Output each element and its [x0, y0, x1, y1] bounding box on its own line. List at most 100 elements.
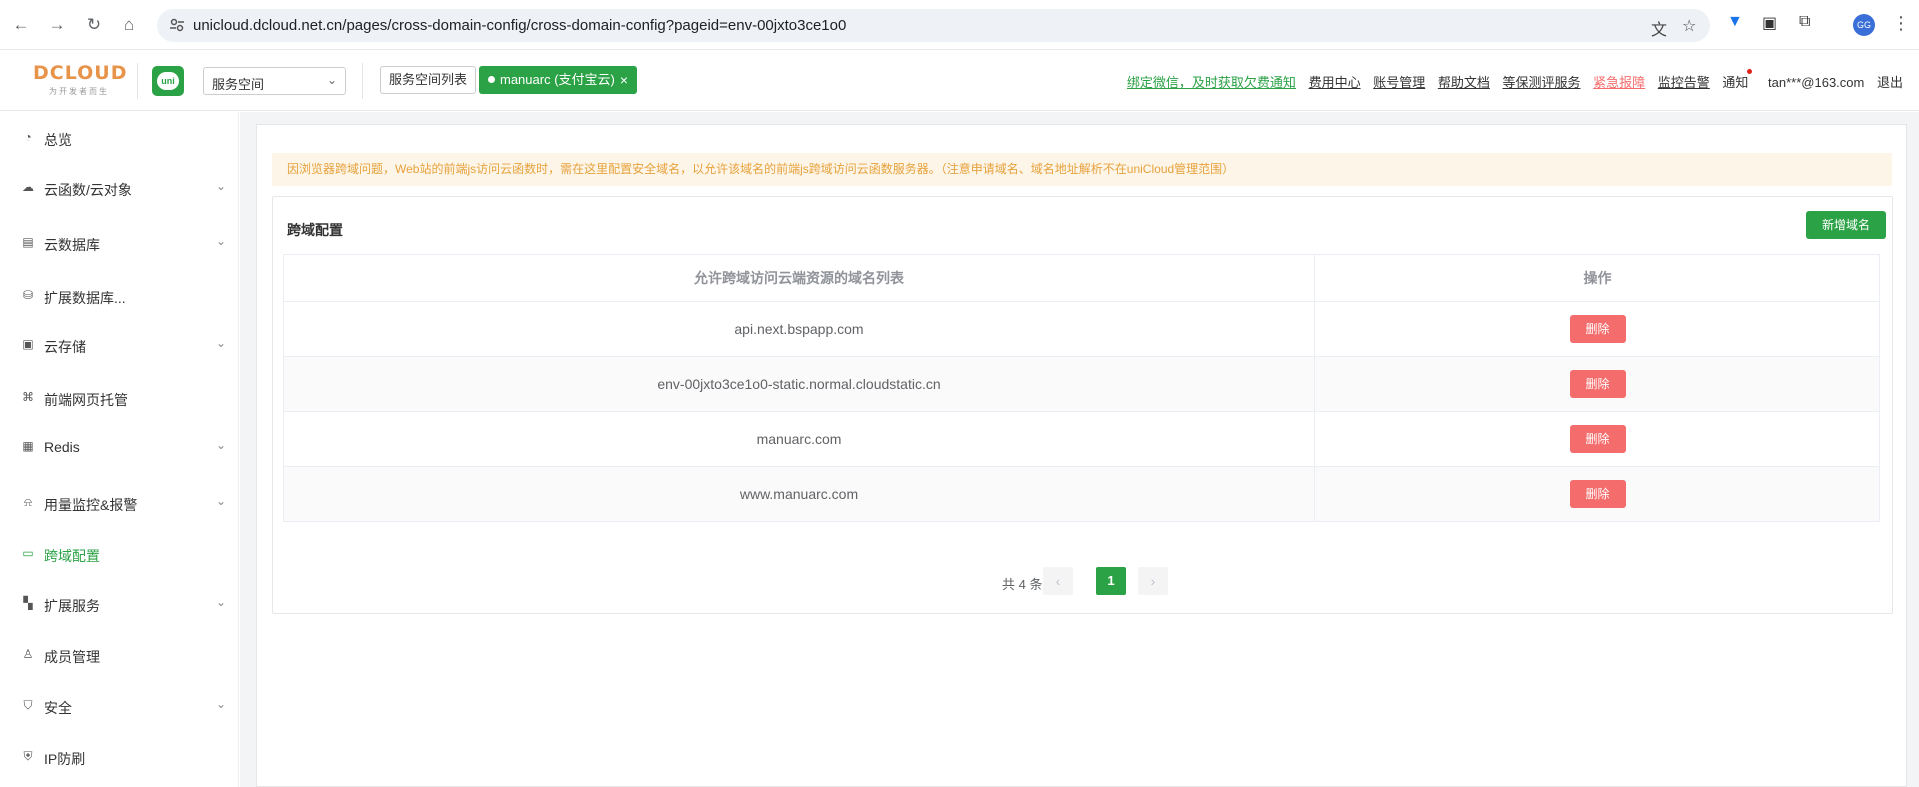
dcloud-logo[interactable]: DCLOUD 为开发者而生	[33, 62, 127, 96]
top-links: 绑定微信，及时获取欠费通知 费用中心 账号管理 帮助文档 等保测评服务 紧急报障…	[1118, 72, 1903, 91]
link-emergency-report[interactable]: 紧急报障	[1593, 75, 1645, 90]
back-icon[interactable]: ←	[9, 13, 33, 37]
sidebar-item-cross-domain[interactable]: ▭ 跨域配置	[0, 537, 239, 573]
column-header-action: 操作	[1583, 270, 1612, 286]
domain-cell: www.manuarc.com	[284, 467, 1315, 521]
chevron-down-icon: ⌄	[216, 336, 227, 350]
sidebar-item-ip-protection[interactable]: ⛨ IP防刷	[0, 740, 239, 776]
hosting-icon: ⌘	[22, 390, 34, 404]
link-logout[interactable]: 退出	[1877, 75, 1903, 90]
prev-page-button[interactable]: ‹	[1043, 567, 1073, 595]
link-notify[interactable]: 通知	[1722, 75, 1748, 90]
link-assessment[interactable]: 等保测评服务	[1502, 75, 1580, 90]
reload-icon[interactable]: ↻	[82, 13, 106, 37]
next-page-button[interactable]: ›	[1138, 567, 1168, 595]
close-icon[interactable]: ×	[620, 66, 628, 94]
table-row: www.manuarc.com 删除	[284, 467, 1879, 522]
unicloud-badge: uni	[152, 66, 184, 96]
domain-table: 允许跨域访问云端资源的域名列表 操作 api.next.bspapp.com 删…	[283, 254, 1880, 522]
storage-icon: ▣	[22, 337, 34, 351]
profile-avatar[interactable]: GG	[1853, 14, 1875, 36]
add-domain-button[interactable]: 新增域名	[1806, 211, 1886, 239]
sidebar-item-security[interactable]: ⛉ 安全 ⌄	[0, 689, 239, 725]
extension-chart-icon[interactable]: ▣	[1762, 13, 1777, 33]
content-card: 因浏览器跨域问题，Web站的前端js访问云函数时，需在这里配置安全域名，以允许该…	[256, 124, 1907, 787]
sidebar: ◔ 总览 ☁ 云函数/云对象 ⌄ ▤ 云数据库 ⌄ ⛁ 扩展数据库... ▣ 云存储 ⌄ ⌘ 前端…	[0, 112, 239, 787]
redis-icon: ▦	[22, 439, 34, 453]
sidebar-item-label: IP防刷	[44, 751, 86, 767]
url-text[interactable]: unicloud.dcloud.net.cn/pages/cross-domai…	[193, 17, 846, 34]
sidebar-item-redis[interactable]: ▦ Redis ⌄	[0, 430, 239, 466]
action-cell: 删除	[1315, 302, 1880, 356]
sidebar-item-web-hosting[interactable]: ⌘ 前端网页托管	[0, 381, 239, 417]
action-cell: 删除	[1315, 412, 1880, 466]
active-space-label: manuarc (支付宝云)	[500, 72, 615, 87]
translate-icon[interactable]: 文	[1651, 16, 1667, 40]
delete-button[interactable]: 删除	[1569, 480, 1626, 508]
chevron-down-icon: ⌄	[326, 73, 337, 87]
sidebar-item-cloud-functions[interactable]: ☁ 云函数/云对象 ⌄	[0, 171, 239, 207]
domain-text: env-00jxto3ce1o0-static.normal.cloudstat…	[657, 376, 941, 392]
forward-icon[interactable]: →	[45, 13, 69, 37]
pagination: 共 4 条 ‹ 1 ›	[273, 567, 1894, 597]
address-bar[interactable]: unicloud.dcloud.net.cn/pages/cross-domai…	[157, 9, 1710, 42]
bookmark-star-icon[interactable]: ☆	[1682, 16, 1696, 36]
sidebar-item-label: 安全	[44, 700, 72, 716]
cloud-icon: ☁	[22, 180, 34, 194]
delete-button[interactable]: 删除	[1569, 425, 1626, 453]
sidebar-item-members[interactable]: ♙ 成员管理	[0, 638, 239, 674]
extensions-puzzle-icon[interactable]: ⧉	[1799, 13, 1810, 31]
delete-button[interactable]: 删除	[1569, 370, 1626, 398]
sidebar-item-label: 前端网页托管	[44, 392, 128, 408]
grid-icon: ▚	[23, 596, 33, 610]
sidebar-item-label: 云数据库	[44, 237, 100, 253]
home-icon[interactable]: ⌂	[117, 13, 141, 37]
user-icon: ♙	[22, 647, 34, 661]
browser-menu-icon[interactable]: ⋮	[1892, 13, 1910, 34]
delete-button[interactable]: 删除	[1569, 315, 1626, 343]
page-number-current[interactable]: 1	[1096, 567, 1126, 595]
header-divider	[137, 63, 138, 99]
extension-v-icon[interactable]: ▼	[1727, 13, 1743, 31]
chevron-down-icon: ⌄	[216, 697, 227, 711]
sidebar-item-label: 跨域配置	[44, 548, 100, 564]
link-help[interactable]: 帮助文档	[1438, 75, 1490, 90]
space-list-button[interactable]: 服务空间列表	[380, 66, 477, 94]
domain-text: www.manuarc.com	[739, 486, 859, 502]
sidebar-item-cloud-database[interactable]: ▤ 云数据库 ⌄	[0, 226, 239, 262]
sidebar-item-label: Redis	[44, 439, 80, 455]
chevron-down-icon: ⌄	[216, 234, 227, 248]
domain-text: api.next.bspapp.com	[734, 321, 864, 337]
sidebar-item-label: 扩展数据库...	[44, 290, 126, 306]
sidebar-item-label: 总览	[44, 132, 72, 148]
service-space-select[interactable]: 服务空间 ⌄	[203, 67, 346, 95]
sidebar-item-usage-alarm[interactable]: ⍾ 用量监控&报警 ⌄	[0, 486, 239, 522]
link-alarm[interactable]: 监控告警	[1658, 75, 1710, 90]
chevron-down-icon: ⌄	[216, 179, 227, 193]
main-content: 因浏览器跨域问题，Web站的前端js访问云函数时，需在这里配置安全域名，以允许该…	[240, 112, 1919, 787]
cross-domain-notice: 因浏览器跨域问题，Web站的前端js访问云函数时，需在这里配置安全域名，以允许该…	[272, 153, 1892, 186]
link-account[interactable]: 账号管理	[1373, 75, 1425, 90]
pagination-total: 共 4 条	[1002, 577, 1043, 592]
site-info-icon[interactable]	[169, 17, 185, 33]
sidebar-item-overview[interactable]: ◔ 总览	[0, 121, 239, 157]
chevron-down-icon: ⌄	[216, 494, 227, 508]
shield-icon: ⛉	[23, 698, 33, 712]
alarm-icon: ⍾	[24, 495, 32, 509]
user-email[interactable]: tan***@163.com	[1768, 75, 1864, 90]
header-divider	[362, 63, 363, 99]
active-space-tag[interactable]: manuarc (支付宝云) ×	[479, 66, 637, 94]
link-billing[interactable]: 费用中心	[1309, 75, 1361, 90]
sidebar-item-label: 云存储	[44, 339, 86, 355]
sidebar-item-ext-services[interactable]: ▚ 扩展服务 ⌄	[0, 587, 239, 623]
sidebar-item-ext-database[interactable]: ⛁ 扩展数据库...	[0, 279, 239, 315]
domain-text: manuarc.com	[756, 431, 842, 447]
sidebar-item-cloud-storage[interactable]: ▣ 云存储 ⌄	[0, 328, 239, 364]
action-cell: 删除	[1315, 467, 1880, 521]
link-bind-wechat[interactable]: 绑定微信，及时获取欠费通知	[1127, 75, 1296, 90]
domain-cell: api.next.bspapp.com	[284, 302, 1315, 356]
pie-chart-icon: ◔	[24, 130, 32, 144]
chevron-down-icon: ⌄	[216, 438, 227, 452]
sidebar-item-label: 用量监控&报警	[44, 497, 138, 513]
app-header: DCLOUD 为开发者而生 uni 服务空间 ⌄ 服务空间列表 manuarc …	[0, 51, 1919, 111]
